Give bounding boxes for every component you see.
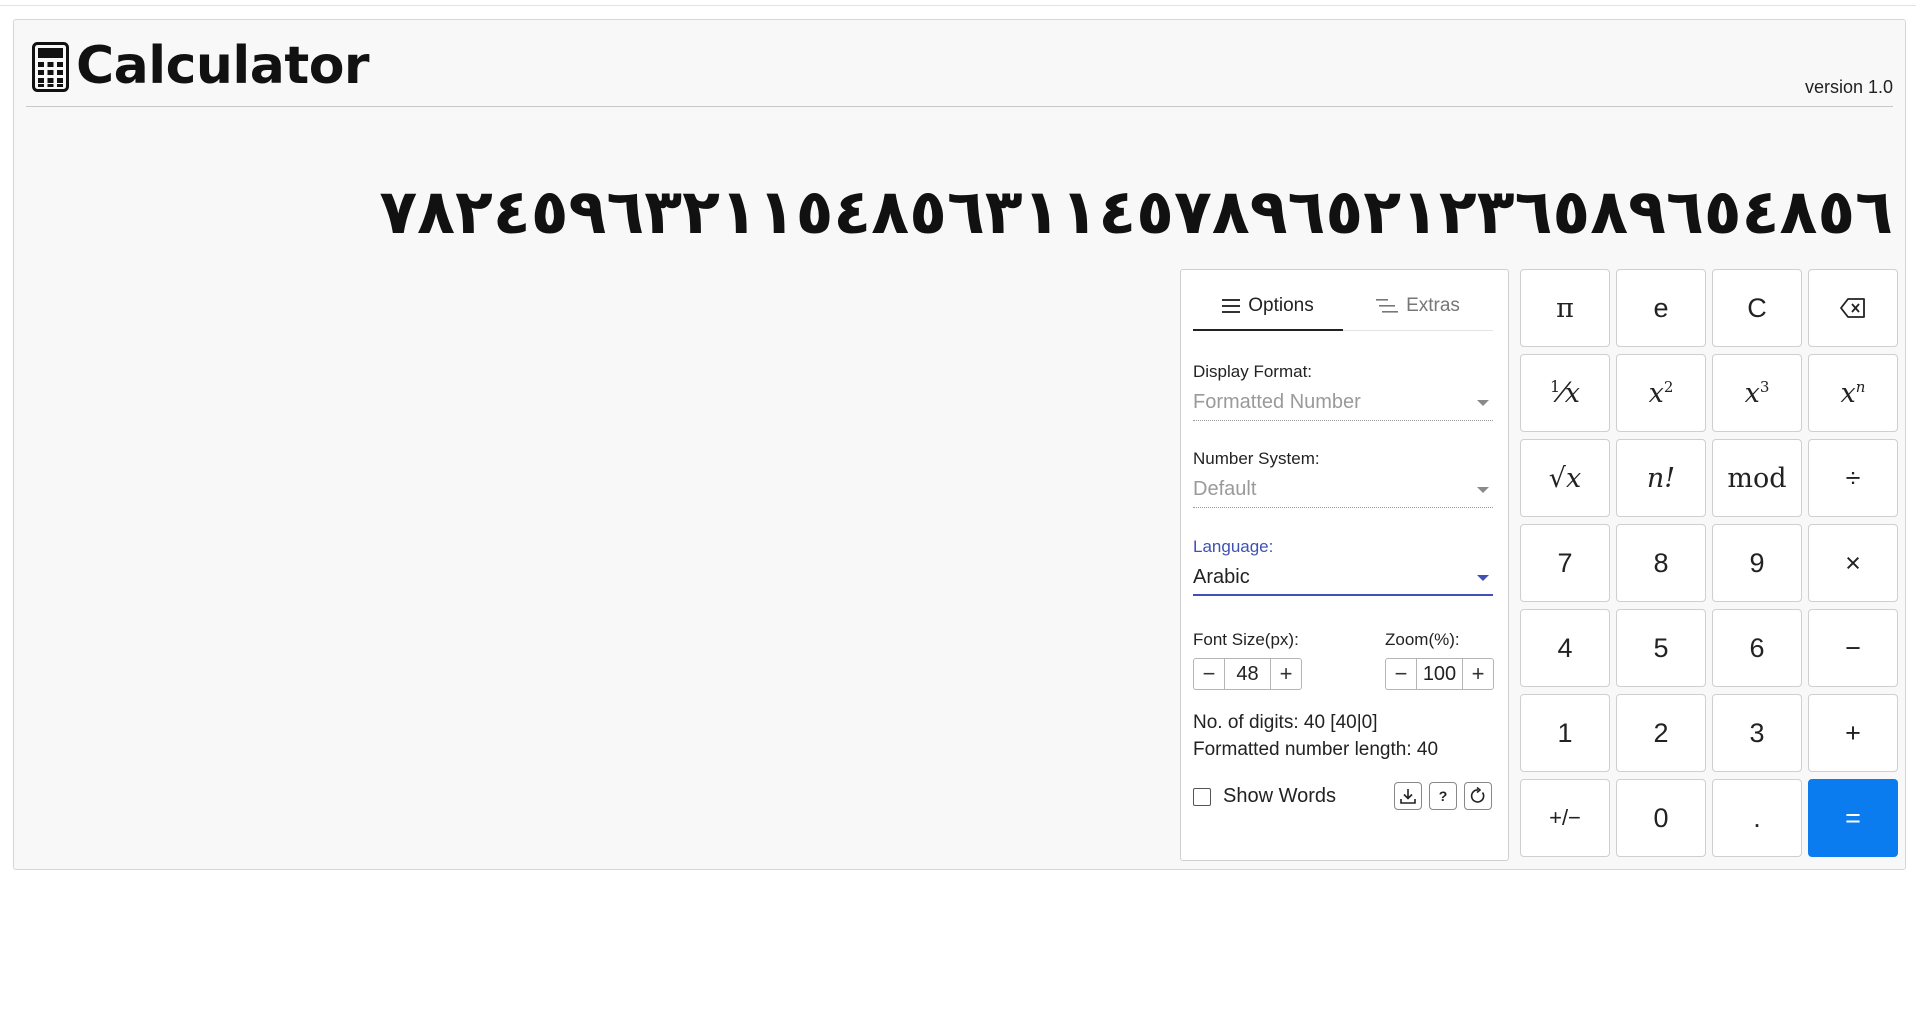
menu-icon: [1222, 298, 1241, 313]
font-size-value[interactable]: 48: [1224, 659, 1271, 689]
e-button[interactable]: e: [1616, 269, 1706, 347]
show-words-label[interactable]: Show Words: [1223, 785, 1336, 808]
app-title: Calculator: [76, 36, 370, 96]
zoom-value[interactable]: 100: [1416, 659, 1463, 689]
number-system-select[interactable]: Default: [1193, 474, 1493, 508]
reset-button[interactable]: [1464, 782, 1492, 810]
subtract-button[interactable]: −: [1808, 609, 1898, 687]
digit-8-button[interactable]: 8: [1616, 524, 1706, 602]
language-value: Arabic: [1193, 566, 1250, 588]
download-icon: [1400, 789, 1416, 804]
power-icon: xn: [1840, 377, 1866, 409]
help-button[interactable]: ?: [1429, 782, 1457, 810]
factorial-button[interactable]: n!: [1616, 439, 1706, 517]
number-system-value: Default: [1193, 478, 1257, 500]
digit-0-button[interactable]: 0: [1616, 779, 1706, 857]
refresh-icon: [1470, 787, 1485, 803]
digit-3-button[interactable]: 3: [1712, 694, 1802, 772]
sqrt-button[interactable]: √x: [1520, 439, 1610, 517]
number-system-label: Number System:: [1193, 449, 1320, 468]
language-select[interactable]: Arabic: [1193, 562, 1493, 596]
digit-9-button[interactable]: 9: [1712, 524, 1802, 602]
chevron-down-icon: [1477, 575, 1489, 581]
tab-options[interactable]: Options: [1193, 282, 1343, 331]
cube-button[interactable]: x3: [1712, 354, 1802, 432]
version-label: version 1.0: [1804, 77, 1893, 97]
header-divider: [26, 106, 1893, 107]
digit-6-button[interactable]: 6: [1712, 609, 1802, 687]
language-label: Language:: [1193, 537, 1274, 556]
square-icon: x2: [1648, 377, 1674, 409]
zoom-stepper: − 100 +: [1385, 658, 1494, 690]
digit-1-button[interactable]: 1: [1520, 694, 1610, 772]
length-info: Formatted number length: 40: [1193, 739, 1439, 760]
chevron-down-icon: [1477, 400, 1489, 406]
digit-4-button[interactable]: 4: [1520, 609, 1610, 687]
show-words-checkbox[interactable]: [1193, 788, 1211, 806]
equals-button[interactable]: =: [1808, 779, 1898, 857]
mod-button[interactable]: mod: [1712, 439, 1802, 517]
digits-info: No. of digits: 40 [40|0]: [1193, 712, 1378, 733]
font-size-stepper: − 48 +: [1193, 658, 1302, 690]
tab-options-label: Options: [1248, 294, 1314, 316]
top-rule: [0, 5, 1916, 6]
calculator-app: Calculator version 1.0 ٧٨٢٤٥٩٦٣٢١١٥٤٨٥٦٣…: [13, 19, 1906, 870]
font-size-label: Font Size(px):: [1193, 630, 1299, 649]
divide-button[interactable]: ÷: [1808, 439, 1898, 517]
reciprocal-button[interactable]: 1⁄x: [1520, 354, 1610, 432]
download-button[interactable]: [1394, 782, 1422, 810]
keypad: π e C 1⁄x x2 x3 xn √x n! mod ÷ 7 8 9 × 4…: [1520, 269, 1900, 861]
font-size-decrement-button[interactable]: −: [1194, 659, 1224, 689]
pi-button[interactable]: π: [1520, 269, 1610, 347]
digit-2-button[interactable]: 2: [1616, 694, 1706, 772]
display-format-select[interactable]: Formatted Number: [1193, 387, 1493, 421]
zoom-decrement-button[interactable]: −: [1386, 659, 1416, 689]
options-panel: Options Extras Display Format: Formatted…: [1180, 269, 1509, 861]
square-button[interactable]: x2: [1616, 354, 1706, 432]
options-tabs: Options Extras: [1193, 282, 1493, 331]
backspace-icon: [1840, 298, 1865, 318]
chevron-down-icon: [1477, 487, 1489, 493]
cube-icon: x3: [1744, 377, 1770, 409]
tab-extras[interactable]: Extras: [1343, 282, 1493, 330]
zoom-increment-button[interactable]: +: [1463, 659, 1493, 689]
digit-5-button[interactable]: 5: [1616, 609, 1706, 687]
add-button[interactable]: +: [1808, 694, 1898, 772]
display-format-label: Display Format:: [1193, 362, 1313, 381]
calculator-icon: [32, 42, 69, 92]
digit-7-button[interactable]: 7: [1520, 524, 1610, 602]
display-format-value: Formatted Number: [1193, 391, 1361, 413]
font-size-increment-button[interactable]: +: [1271, 659, 1301, 689]
result-display: ٧٨٢٤٥٩٦٣٢١١٥٤٨٥٦٣١١٤٥٧٨٩٦٥٢١٢٣٦٥٨٩٦٥٤٨٥٦: [379, 175, 1893, 248]
negate-button[interactable]: +/−: [1520, 779, 1610, 857]
reciprocal-icon: 1⁄x: [1550, 377, 1580, 409]
power-button[interactable]: xn: [1808, 354, 1898, 432]
clear-button[interactable]: C: [1712, 269, 1802, 347]
tab-extras-label: Extras: [1406, 295, 1460, 316]
backspace-button[interactable]: [1808, 269, 1898, 347]
sort-lines-icon: [1376, 299, 1399, 313]
zoom-label: Zoom(%):: [1385, 630, 1460, 649]
multiply-button[interactable]: ×: [1808, 524, 1898, 602]
header: Calculator version 1.0: [14, 20, 1905, 107]
decimal-button[interactable]: .: [1712, 779, 1802, 857]
